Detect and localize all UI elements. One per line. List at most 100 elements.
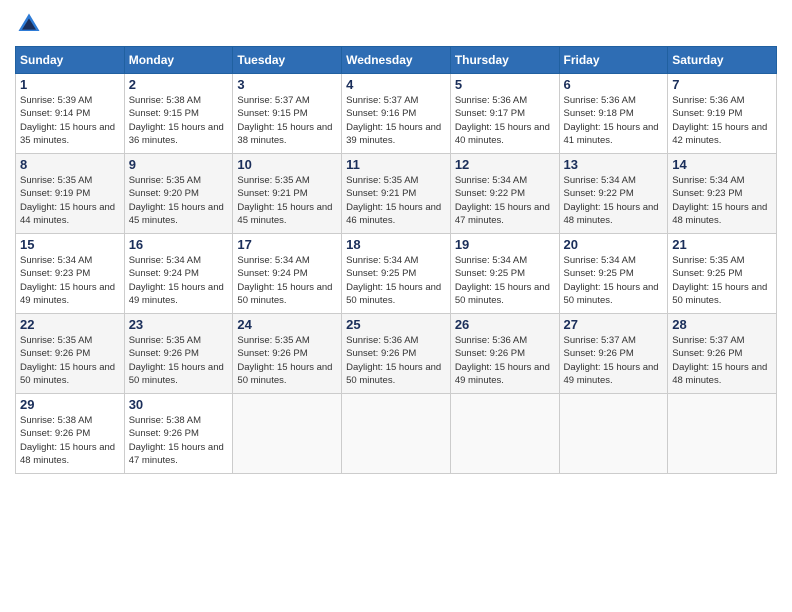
day-info: Sunrise: 5:34 AM Sunset: 9:25 PM Dayligh… <box>455 254 555 307</box>
header <box>15 10 777 38</box>
day-info: Sunrise: 5:34 AM Sunset: 9:24 PM Dayligh… <box>129 254 229 307</box>
day-info: Sunrise: 5:39 AM Sunset: 9:14 PM Dayligh… <box>20 94 120 147</box>
week-row-0: 1 Sunrise: 5:39 AM Sunset: 9:14 PM Dayli… <box>16 74 777 154</box>
day-cell: 20 Sunrise: 5:34 AM Sunset: 9:25 PM Dayl… <box>559 234 668 314</box>
day-cell: 14 Sunrise: 5:34 AM Sunset: 9:23 PM Dayl… <box>668 154 777 234</box>
week-row-1: 8 Sunrise: 5:35 AM Sunset: 9:19 PM Dayli… <box>16 154 777 234</box>
weekday-header-tuesday: Tuesday <box>233 47 342 74</box>
day-cell: 13 Sunrise: 5:34 AM Sunset: 9:22 PM Dayl… <box>559 154 668 234</box>
day-number: 12 <box>455 157 555 172</box>
day-cell: 29 Sunrise: 5:38 AM Sunset: 9:26 PM Dayl… <box>16 394 125 474</box>
day-number: 16 <box>129 237 229 252</box>
day-cell: 4 Sunrise: 5:37 AM Sunset: 9:16 PM Dayli… <box>342 74 451 154</box>
day-cell: 6 Sunrise: 5:36 AM Sunset: 9:18 PM Dayli… <box>559 74 668 154</box>
day-number: 28 <box>672 317 772 332</box>
day-cell: 8 Sunrise: 5:35 AM Sunset: 9:19 PM Dayli… <box>16 154 125 234</box>
logo <box>15 10 47 38</box>
day-number: 24 <box>237 317 337 332</box>
day-number: 7 <box>672 77 772 92</box>
day-number: 10 <box>237 157 337 172</box>
day-number: 1 <box>20 77 120 92</box>
day-cell <box>668 394 777 474</box>
day-cell: 9 Sunrise: 5:35 AM Sunset: 9:20 PM Dayli… <box>124 154 233 234</box>
day-number: 20 <box>564 237 664 252</box>
day-number: 25 <box>346 317 446 332</box>
day-cell: 27 Sunrise: 5:37 AM Sunset: 9:26 PM Dayl… <box>559 314 668 394</box>
day-cell: 18 Sunrise: 5:34 AM Sunset: 9:25 PM Dayl… <box>342 234 451 314</box>
day-info: Sunrise: 5:36 AM Sunset: 9:26 PM Dayligh… <box>346 334 446 387</box>
day-cell: 11 Sunrise: 5:35 AM Sunset: 9:21 PM Dayl… <box>342 154 451 234</box>
week-row-2: 15 Sunrise: 5:34 AM Sunset: 9:23 PM Dayl… <box>16 234 777 314</box>
day-cell <box>342 394 451 474</box>
day-info: Sunrise: 5:36 AM Sunset: 9:19 PM Dayligh… <box>672 94 772 147</box>
day-number: 27 <box>564 317 664 332</box>
day-info: Sunrise: 5:34 AM Sunset: 9:23 PM Dayligh… <box>20 254 120 307</box>
day-cell: 24 Sunrise: 5:35 AM Sunset: 9:26 PM Dayl… <box>233 314 342 394</box>
day-info: Sunrise: 5:35 AM Sunset: 9:19 PM Dayligh… <box>20 174 120 227</box>
day-info: Sunrise: 5:35 AM Sunset: 9:21 PM Dayligh… <box>237 174 337 227</box>
day-info: Sunrise: 5:37 AM Sunset: 9:26 PM Dayligh… <box>564 334 664 387</box>
day-info: Sunrise: 5:35 AM Sunset: 9:26 PM Dayligh… <box>129 334 229 387</box>
day-number: 17 <box>237 237 337 252</box>
day-cell: 21 Sunrise: 5:35 AM Sunset: 9:25 PM Dayl… <box>668 234 777 314</box>
day-cell: 10 Sunrise: 5:35 AM Sunset: 9:21 PM Dayl… <box>233 154 342 234</box>
weekday-header-thursday: Thursday <box>450 47 559 74</box>
day-info: Sunrise: 5:35 AM Sunset: 9:26 PM Dayligh… <box>20 334 120 387</box>
day-number: 8 <box>20 157 120 172</box>
day-info: Sunrise: 5:36 AM Sunset: 9:17 PM Dayligh… <box>455 94 555 147</box>
day-cell: 23 Sunrise: 5:35 AM Sunset: 9:26 PM Dayl… <box>124 314 233 394</box>
day-info: Sunrise: 5:36 AM Sunset: 9:26 PM Dayligh… <box>455 334 555 387</box>
day-cell: 17 Sunrise: 5:34 AM Sunset: 9:24 PM Dayl… <box>233 234 342 314</box>
day-info: Sunrise: 5:37 AM Sunset: 9:26 PM Dayligh… <box>672 334 772 387</box>
weekday-header-row: SundayMondayTuesdayWednesdayThursdayFrid… <box>16 47 777 74</box>
day-cell: 12 Sunrise: 5:34 AM Sunset: 9:22 PM Dayl… <box>450 154 559 234</box>
day-cell <box>559 394 668 474</box>
day-cell <box>233 394 342 474</box>
day-info: Sunrise: 5:37 AM Sunset: 9:16 PM Dayligh… <box>346 94 446 147</box>
day-number: 14 <box>672 157 772 172</box>
day-info: Sunrise: 5:34 AM Sunset: 9:22 PM Dayligh… <box>455 174 555 227</box>
day-info: Sunrise: 5:38 AM Sunset: 9:26 PM Dayligh… <box>20 414 120 467</box>
day-number: 9 <box>129 157 229 172</box>
day-number: 4 <box>346 77 446 92</box>
day-number: 11 <box>346 157 446 172</box>
week-row-3: 22 Sunrise: 5:35 AM Sunset: 9:26 PM Dayl… <box>16 314 777 394</box>
day-cell: 15 Sunrise: 5:34 AM Sunset: 9:23 PM Dayl… <box>16 234 125 314</box>
day-number: 26 <box>455 317 555 332</box>
day-number: 29 <box>20 397 120 412</box>
day-number: 2 <box>129 77 229 92</box>
day-number: 21 <box>672 237 772 252</box>
day-info: Sunrise: 5:35 AM Sunset: 9:25 PM Dayligh… <box>672 254 772 307</box>
day-number: 15 <box>20 237 120 252</box>
day-cell: 26 Sunrise: 5:36 AM Sunset: 9:26 PM Dayl… <box>450 314 559 394</box>
day-info: Sunrise: 5:38 AM Sunset: 9:26 PM Dayligh… <box>129 414 229 467</box>
day-cell: 16 Sunrise: 5:34 AM Sunset: 9:24 PM Dayl… <box>124 234 233 314</box>
day-info: Sunrise: 5:35 AM Sunset: 9:20 PM Dayligh… <box>129 174 229 227</box>
day-cell: 2 Sunrise: 5:38 AM Sunset: 9:15 PM Dayli… <box>124 74 233 154</box>
day-cell: 28 Sunrise: 5:37 AM Sunset: 9:26 PM Dayl… <box>668 314 777 394</box>
day-cell: 5 Sunrise: 5:36 AM Sunset: 9:17 PM Dayli… <box>450 74 559 154</box>
weekday-header-monday: Monday <box>124 47 233 74</box>
day-number: 19 <box>455 237 555 252</box>
day-number: 22 <box>20 317 120 332</box>
day-info: Sunrise: 5:34 AM Sunset: 9:22 PM Dayligh… <box>564 174 664 227</box>
day-info: Sunrise: 5:34 AM Sunset: 9:24 PM Dayligh… <box>237 254 337 307</box>
day-info: Sunrise: 5:34 AM Sunset: 9:23 PM Dayligh… <box>672 174 772 227</box>
day-cell: 25 Sunrise: 5:36 AM Sunset: 9:26 PM Dayl… <box>342 314 451 394</box>
weekday-header-saturday: Saturday <box>668 47 777 74</box>
day-number: 30 <box>129 397 229 412</box>
day-number: 6 <box>564 77 664 92</box>
day-info: Sunrise: 5:34 AM Sunset: 9:25 PM Dayligh… <box>564 254 664 307</box>
calendar-table: SundayMondayTuesdayWednesdayThursdayFrid… <box>15 46 777 474</box>
day-number: 18 <box>346 237 446 252</box>
day-info: Sunrise: 5:37 AM Sunset: 9:15 PM Dayligh… <box>237 94 337 147</box>
day-info: Sunrise: 5:38 AM Sunset: 9:15 PM Dayligh… <box>129 94 229 147</box>
day-info: Sunrise: 5:36 AM Sunset: 9:18 PM Dayligh… <box>564 94 664 147</box>
logo-icon <box>15 10 43 38</box>
day-cell: 1 Sunrise: 5:39 AM Sunset: 9:14 PM Dayli… <box>16 74 125 154</box>
day-cell: 22 Sunrise: 5:35 AM Sunset: 9:26 PM Dayl… <box>16 314 125 394</box>
day-cell <box>450 394 559 474</box>
day-cell: 7 Sunrise: 5:36 AM Sunset: 9:19 PM Dayli… <box>668 74 777 154</box>
day-number: 5 <box>455 77 555 92</box>
weekday-header-wednesday: Wednesday <box>342 47 451 74</box>
